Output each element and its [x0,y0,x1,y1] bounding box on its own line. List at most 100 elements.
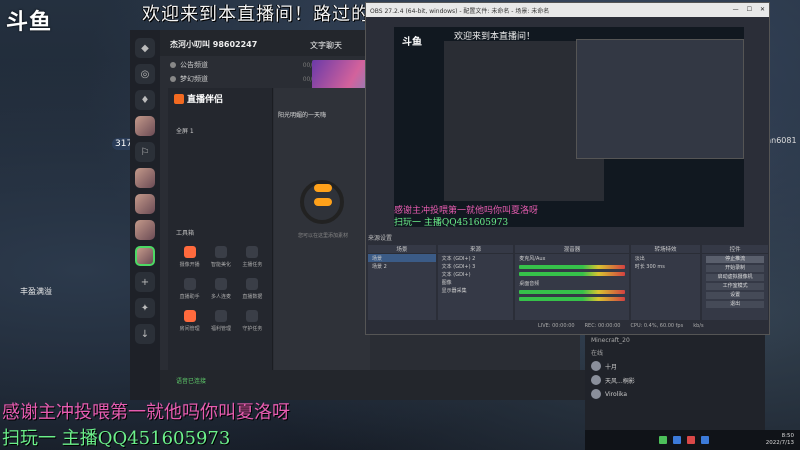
dock-header: 来源 [437,245,514,254]
bitrate: kb/s [693,323,704,329]
taskbar-app-icon[interactable] [673,436,681,444]
scene-row[interactable]: 场景 [368,254,436,262]
taskbar-app-icon[interactable] [701,436,709,444]
companion-logo-icon [174,93,184,104]
data-icon [246,278,259,290]
channel-label: Minecraft_20 [591,337,630,344]
obs-titlebar: OBS 27.2.4 (64-bit, windows) - 配置文件: 未命名… [366,3,769,17]
exit-button[interactable]: 退出 [706,301,764,308]
transition-duration[interactable]: 时长 300 ms [631,262,701,270]
server-avatar-4[interactable] [135,220,155,240]
gift-icon [214,310,227,322]
server-avatar-active[interactable] [135,246,155,266]
tool-item[interactable]: 摄像开播 [174,246,205,268]
sidebar-discover-icon[interactable]: ◎ [135,64,155,84]
close-icon[interactable]: ✕ [760,6,765,14]
download-icon[interactable]: ↓ [135,324,155,344]
task-icon [246,246,259,258]
start-recording-button[interactable]: 开始录制 [706,265,764,272]
source-row[interactable]: 显示器采集 [438,286,514,294]
server-avatar-3[interactable] [135,194,155,214]
add-source-button[interactable] [314,184,332,192]
toolbox-grid: 摄像开播 智能美化 主播任务 直播助手 多人连麦 直播数据 房间管理 福利管理 … [174,246,268,332]
channel-item[interactable]: 公告频道 00/00 [170,58,320,72]
server-avatar-2[interactable] [135,168,155,188]
audio-meter[interactable] [519,272,625,276]
source-row[interactable]: 文本 (GDI+) [438,270,514,278]
avatar [591,389,601,399]
scene-row[interactable]: 场景 2 [368,262,436,270]
bottom-green-message: 扫玩一 主播QQ451605973 [2,428,231,449]
tool-item[interactable]: 房间管理 [174,310,205,332]
obs-status-bar: LIVE: 00:00:00 REC: 00:00:00 CPU: 0.4%, … [368,323,768,333]
preview-scroll: 欢迎来到本直播间！ [454,32,536,42]
list-item[interactable]: Virolika [585,387,765,401]
toolbox-label: 工具箱 [176,230,195,237]
canvas-hint: 您可以在这里添加素材 [298,233,349,239]
voice-status: 语音已连接 [176,378,207,385]
list-item[interactable]: 十月 [585,359,765,373]
source-row[interactable]: 文本 (GDI+) 2 [438,254,514,262]
add-material-button[interactable] [314,198,332,206]
server-avatar-1[interactable] [135,116,155,136]
camera-icon [183,246,196,258]
channel-label: 梦幻频道 [180,75,208,83]
channel-label: 公告频道 [180,61,208,69]
minimize-icon[interactable]: — [733,6,739,14]
channel-list: 公告频道 00/00 梦幻频道 00/00 [170,58,320,86]
tool-item[interactable]: 直播数据 [237,278,268,300]
scene-item[interactable]: 全屏 1 [176,126,194,135]
douyu-logo: 斗鱼 [6,10,53,35]
transition-select[interactable]: 淡出 [631,254,701,262]
list-item[interactable]: 天风...桐影 [585,373,765,387]
sparkle-icon[interactable]: ✦ [135,298,155,318]
member-list: Minecraft_20 在线 十月 天风...桐影 Virolika [585,335,765,430]
avatar [591,361,601,371]
taskbar-app-icon[interactable] [659,436,667,444]
sidebar-flag-icon[interactable]: ⚐ [135,142,155,162]
tool-item[interactable]: 多人连麦 [205,278,236,300]
tool-item[interactable]: 直播助手 [174,278,205,300]
sidebar-home-icon[interactable]: ◆ [135,38,155,58]
companion-canvas: 阳光明媚的一天嗨 您可以在这里添加素材 [274,88,370,378]
transitions-dock: 转场特效 淡出 时长 300 ms [630,245,701,320]
controls-dock: 控件 停止推流 开始录制 启动虚拟摄像机 工作室模式 设置 退出 [702,245,768,320]
assistant-icon [183,278,196,290]
tool-item[interactable]: 主播任务 [237,246,268,268]
stop-streaming-button[interactable]: 停止推流 [706,256,764,263]
mixer-channel-label: 桌面音频 [519,280,540,287]
preview-logo: 斗鱼 [402,37,422,48]
multi-mic-icon [214,278,227,290]
tool-item[interactable]: 守护任务 [237,310,268,332]
bottom-pink-message: 感谢主冲投喂第一就他吗你叫夏洛呀 [2,402,290,423]
virtual-camera-button[interactable]: 启动虚拟摄像机 [706,274,764,281]
source-row[interactable]: 文本 (GDI+) 3 [438,262,514,270]
source-settings-bar[interactable]: 来源设置 [368,233,768,243]
dock-header: 控件 [702,245,768,254]
server-name: 杰河小叨叫 98602247 [170,40,258,49]
obs-preview: 斗鱼 欢迎来到本直播间！ 感谢主冲投喂第一就他吗你叫夏洛呀 扫玩一 主播QQ45… [394,27,744,227]
list-header: 在线 [591,350,604,357]
avatar [591,375,601,385]
dock-header: 混音器 [515,245,629,254]
maximize-icon[interactable]: ☐ [747,6,752,14]
channel-icon [170,76,176,82]
add-server-icon[interactable]: + [135,272,155,292]
tool-item[interactable]: 福利管理 [205,310,236,332]
settings-button[interactable]: 设置 [706,292,764,299]
taskbar-app-icon[interactable] [687,436,695,444]
audio-meter[interactable] [519,290,625,294]
obs-docks: 场景 场景 场景 2 来源 文本 (GDI+) 2 文本 (GDI+) 3 文本… [368,245,768,320]
clock-date: 2022/7/13 [765,440,794,446]
text-chat-title[interactable]: 文字聊天 [310,40,342,51]
source-row[interactable]: 图像 [438,278,514,286]
audio-meter[interactable] [519,265,625,269]
clock[interactable]: 8:50 2022/7/13 [766,433,800,447]
sidebar-game-icon[interactable]: ♦ [135,90,155,110]
tool-item[interactable]: 智能美化 [205,246,236,268]
scenes-dock: 场景 场景 场景 2 [368,245,436,320]
studio-mode-button[interactable]: 工作室模式 [706,283,764,290]
audio-meter[interactable] [519,297,625,301]
channel-item[interactable]: 梦幻频道 00/00 [170,72,320,86]
sources-dock: 来源 文本 (GDI+) 2 文本 (GDI+) 3 文本 (GDI+) 图像 … [437,245,514,320]
